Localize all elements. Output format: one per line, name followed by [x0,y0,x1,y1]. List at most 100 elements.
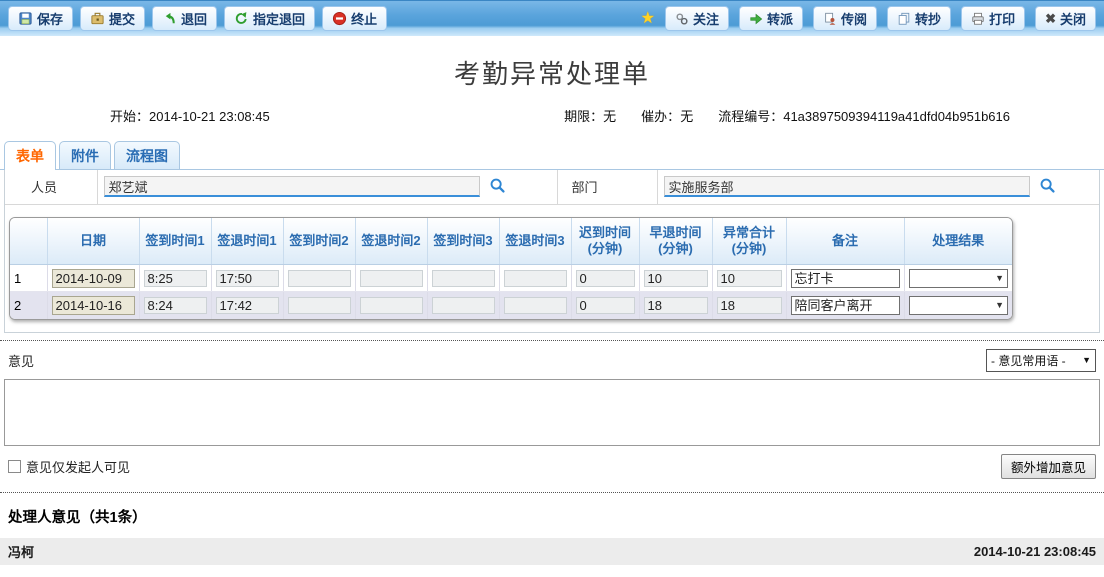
signin1-input[interactable]: 8:25 [144,270,207,287]
dept-label: 部门 [557,170,657,204]
return-button[interactable]: 退回 [152,6,217,31]
signin3-input[interactable] [432,297,495,314]
save-button[interactable]: 保存 [8,6,73,31]
submit-button-label: 提交 [109,9,135,28]
late-input[interactable]: 0 [576,297,635,314]
follow-button[interactable]: 关注 [665,6,729,31]
comment-timestamp: 2014-10-21 23:08:45 [974,544,1096,559]
copy-button[interactable]: 转抄 [887,6,951,31]
close-button[interactable]: ✖ 关闭 [1035,6,1096,31]
signout3-input[interactable] [504,297,567,314]
dept-search-icon[interactable] [1039,182,1056,197]
col-signout1: 签退时间1 [211,218,283,265]
person-search-icon[interactable] [489,182,506,197]
signout2-input[interactable] [360,270,423,287]
assign-return-button-label: 指定退回 [253,9,305,28]
person-label: 人员 [5,170,97,204]
save-icon [18,11,33,26]
transfer-button-label: 转派 [767,9,793,28]
print-button-label: 打印 [989,9,1015,28]
result-select[interactable]: ▼ [909,296,1009,315]
person-dept-fields: 人员 郑艺斌 部门 实施服务部 [5,170,1099,205]
comment-item-header: 冯柯 2014-10-21 23:08:45 [0,538,1104,565]
table-header-row: 日期 签到时间1 签退时间1 签到时间2 签退时间2 签到时间3 签退时间3 迟… [10,218,1012,265]
col-rownum [10,218,47,265]
opinion-footer: 意见仅发起人可见 额外增加意见 [0,446,1104,485]
toolbar: 保存 提交 退回 指定退回 终止 ★ 关注 转派 传阅 [0,0,1104,36]
print-button[interactable]: 打印 [961,6,1025,31]
flow-info-row: 开始：2014-10-21 23:08:45 期限：无 催办：无 流程编号：41… [0,106,1104,125]
comment-content: （空） [0,565,1104,577]
col-early: 早退时间(分钟) [639,218,712,265]
signin3-input[interactable] [432,270,495,287]
date-input[interactable]: 2014-10-16 [52,296,135,315]
save-button-label: 保存 [37,9,63,28]
table-row: 1 2014-10-09 8:25 17:50 0 10 10 忘打卡 ▼ [10,265,1012,292]
chevron-down-icon: ▼ [995,273,1004,283]
circulate-button-label: 传阅 [841,9,867,28]
col-result: 处理结果 [904,218,1012,265]
assign-return-button[interactable]: 指定退回 [224,6,315,31]
start-time-label: 开始： [110,109,149,124]
flow-info-right: 期限：无 催办：无 流程编号：41a3897509394119a41dfd04b… [564,106,1010,125]
form-panel: 人员 郑艺斌 部门 实施服务部 日期 签到时间1 签退时间1 [4,170,1100,333]
signin1-input[interactable]: 8:24 [144,297,207,314]
submit-button[interactable]: 提交 [80,6,145,31]
remark-input[interactable]: 陪同客户离开 [791,296,900,315]
col-signout3: 签退时间3 [499,218,571,265]
opinion-header: 意见 - 意见常用语 - ▼ [0,341,1104,377]
signout1-input[interactable]: 17:50 [216,270,279,287]
visible-to-initiator-checkbox[interactable] [8,460,21,473]
signout2-input[interactable] [360,297,423,314]
deadline: 期限：无 [564,106,616,125]
follow-button-label: 关注 [693,9,719,28]
remark-input[interactable]: 忘打卡 [791,269,900,288]
tab-attachments[interactable]: 附件 [59,141,111,169]
assign-return-icon [234,11,249,26]
col-date: 日期 [47,218,139,265]
total-input[interactable]: 10 [717,270,782,287]
return-icon [162,11,177,26]
result-select[interactable]: ▼ [909,269,1009,288]
col-signin1: 签到时间1 [139,218,211,265]
copy-icon [897,12,911,26]
opinion-phrases-select[interactable]: - 意见常用语 - ▼ [986,349,1096,372]
comment-author: 冯柯 [8,542,34,561]
transfer-icon [749,12,763,26]
flow-number: 流程编号：41a3897509394119a41dfd04b951b616 [718,106,1010,125]
opinion-textarea[interactable] [4,379,1100,446]
terminate-button[interactable]: 终止 [322,6,387,31]
terminate-button-label: 终止 [351,9,377,28]
date-input[interactable]: 2014-10-09 [52,269,135,288]
tab-form[interactable]: 表单 [4,141,56,170]
chevron-down-icon: ▼ [1082,355,1091,365]
close-button-label: 关闭 [1060,9,1086,28]
signin2-input[interactable] [288,297,351,314]
col-total: 异常合计(分钟) [712,218,786,265]
tab-flowchart[interactable]: 流程图 [114,141,180,169]
print-icon [971,12,985,26]
attendance-table: 日期 签到时间1 签退时间1 签到时间2 签退时间2 签到时间3 签退时间3 迟… [9,217,1013,320]
toolbar-left-group: 保存 提交 退回 指定退回 终止 [8,6,387,31]
favorite-star-icon[interactable]: ★ [641,11,655,27]
tab-bar: 表单 附件 流程图 [0,140,1104,170]
signin2-input[interactable] [288,270,351,287]
signout1-input[interactable]: 17:42 [216,297,279,314]
start-time: 开始：2014-10-21 23:08:45 [110,106,270,125]
dept-input[interactable]: 实施服务部 [664,176,1030,197]
circulate-button[interactable]: 传阅 [813,6,877,31]
urge: 催办：无 [641,106,693,125]
row-number: 2 [10,292,47,319]
col-remark: 备注 [786,218,904,265]
return-button-label: 退回 [181,9,207,28]
early-input[interactable]: 10 [644,270,708,287]
early-input[interactable]: 18 [644,297,708,314]
add-extra-opinion-button[interactable]: 额外增加意见 [1001,454,1096,479]
total-input[interactable]: 18 [717,297,782,314]
copy-button-label: 转抄 [915,9,941,28]
signout3-input[interactable] [504,270,567,287]
person-input[interactable]: 郑艺斌 [104,176,480,197]
transfer-button[interactable]: 转派 [739,6,803,31]
col-signin3: 签到时间3 [427,218,499,265]
late-input[interactable]: 0 [576,270,635,287]
